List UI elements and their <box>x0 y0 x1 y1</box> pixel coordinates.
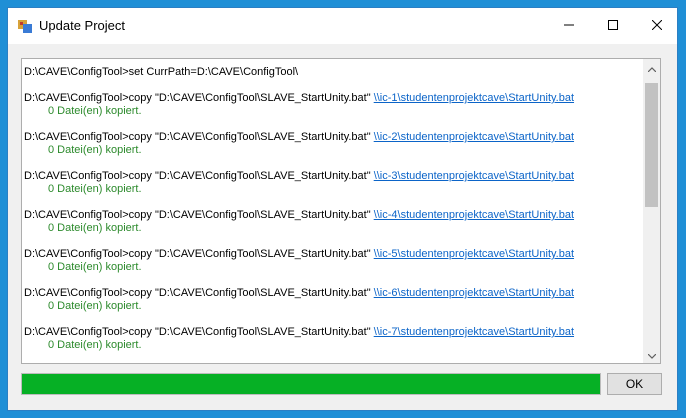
ok-button[interactable]: OK <box>607 373 662 395</box>
destination-link[interactable]: \\ic-7\studentenprojektcave\StartUnity.b… <box>374 326 574 338</box>
copy-result-line: 0 Datei(en) kopiert. <box>48 300 142 312</box>
copy-result-line: 0 Datei(en) kopiert. <box>48 222 142 234</box>
output-lines: D:\CAVE\ConfigTool>set CurrPath=D:\CAVE\… <box>24 66 644 362</box>
output-command-line: D:\CAVE\ConfigTool>copy "D:\CAVE\ConfigT… <box>24 131 644 144</box>
output-command-line: D:\CAVE\ConfigTool>copy "D:\CAVE\ConfigT… <box>24 209 644 222</box>
copy-result-line: 0 Datei(en) kopiert. <box>48 105 142 117</box>
destination-link[interactable]: \\ic-5\studentenprojektcave\StartUnity.b… <box>374 248 574 260</box>
output-first-line: D:\CAVE\ConfigTool>set CurrPath=D:\CAVE\… <box>24 66 299 78</box>
progress-fill <box>22 374 600 394</box>
app-icon <box>18 19 32 33</box>
command-text: D:\CAVE\ConfigTool>copy "D:\CAVE\ConfigT… <box>24 326 374 338</box>
minimize-icon <box>564 17 574 35</box>
close-icon <box>651 17 663 35</box>
progress-bar <box>21 373 601 395</box>
output-command-line: D:\CAVE\ConfigTool>copy "D:\CAVE\ConfigT… <box>24 248 644 261</box>
scroll-up-button[interactable] <box>643 59 660 76</box>
vertical-scrollbar[interactable] <box>643 59 660 363</box>
output-command-line: D:\CAVE\ConfigTool>copy "D:\CAVE\ConfigT… <box>24 287 644 300</box>
command-text: D:\CAVE\ConfigTool>copy "D:\CAVE\ConfigT… <box>24 170 374 182</box>
destination-link[interactable]: \\ic-1\studentenprojektcave\StartUnity.b… <box>374 92 574 104</box>
destination-link[interactable]: \\ic-3\studentenprojektcave\StartUnity.b… <box>374 170 574 182</box>
close-button[interactable] <box>635 8 679 44</box>
chevron-up-icon <box>647 59 656 77</box>
command-text: D:\CAVE\ConfigTool>copy "D:\CAVE\ConfigT… <box>24 287 374 299</box>
destination-link[interactable]: \\ic-6\studentenprojektcave\StartUnity.b… <box>374 287 574 299</box>
destination-link[interactable]: \\ic-2\studentenprojektcave\StartUnity.b… <box>374 131 574 143</box>
command-text: D:\CAVE\ConfigTool>copy "D:\CAVE\ConfigT… <box>24 131 374 143</box>
scrollbar-thumb[interactable] <box>645 83 658 207</box>
maximize-icon <box>608 17 618 35</box>
command-text: D:\CAVE\ConfigTool>copy "D:\CAVE\ConfigT… <box>24 92 374 104</box>
output-textbox[interactable]: D:\CAVE\ConfigTool>set CurrPath=D:\CAVE\… <box>21 58 661 364</box>
command-text: D:\CAVE\ConfigTool>copy "D:\CAVE\ConfigT… <box>24 209 374 221</box>
copy-result-line: 0 Datei(en) kopiert. <box>48 183 142 195</box>
copy-result-line: 0 Datei(en) kopiert. <box>48 144 142 156</box>
minimize-button[interactable] <box>547 8 591 44</box>
copy-result-line: 0 Datei(en) kopiert. <box>48 339 142 351</box>
maximize-button[interactable] <box>591 8 635 44</box>
output-command-line: D:\CAVE\ConfigTool>copy "D:\CAVE\ConfigT… <box>24 92 644 105</box>
output-command-line: D:\CAVE\ConfigTool>copy "D:\CAVE\ConfigT… <box>24 170 644 183</box>
chevron-down-icon <box>647 346 656 364</box>
output-command-line: D:\CAVE\ConfigTool>copy "D:\CAVE\ConfigT… <box>24 326 644 339</box>
window-title: Update Project <box>39 18 125 33</box>
destination-link[interactable]: \\ic-4\studentenprojektcave\StartUnity.b… <box>374 209 574 221</box>
title-bar[interactable]: Update Project <box>8 8 677 44</box>
scroll-down-button[interactable] <box>643 346 660 363</box>
update-project-window: Update Project D:\CAVE\ConfigTool>set Cu… <box>7 7 678 411</box>
command-text: D:\CAVE\ConfigTool>copy "D:\CAVE\ConfigT… <box>24 248 374 260</box>
copy-result-line: 0 Datei(en) kopiert. <box>48 261 142 273</box>
